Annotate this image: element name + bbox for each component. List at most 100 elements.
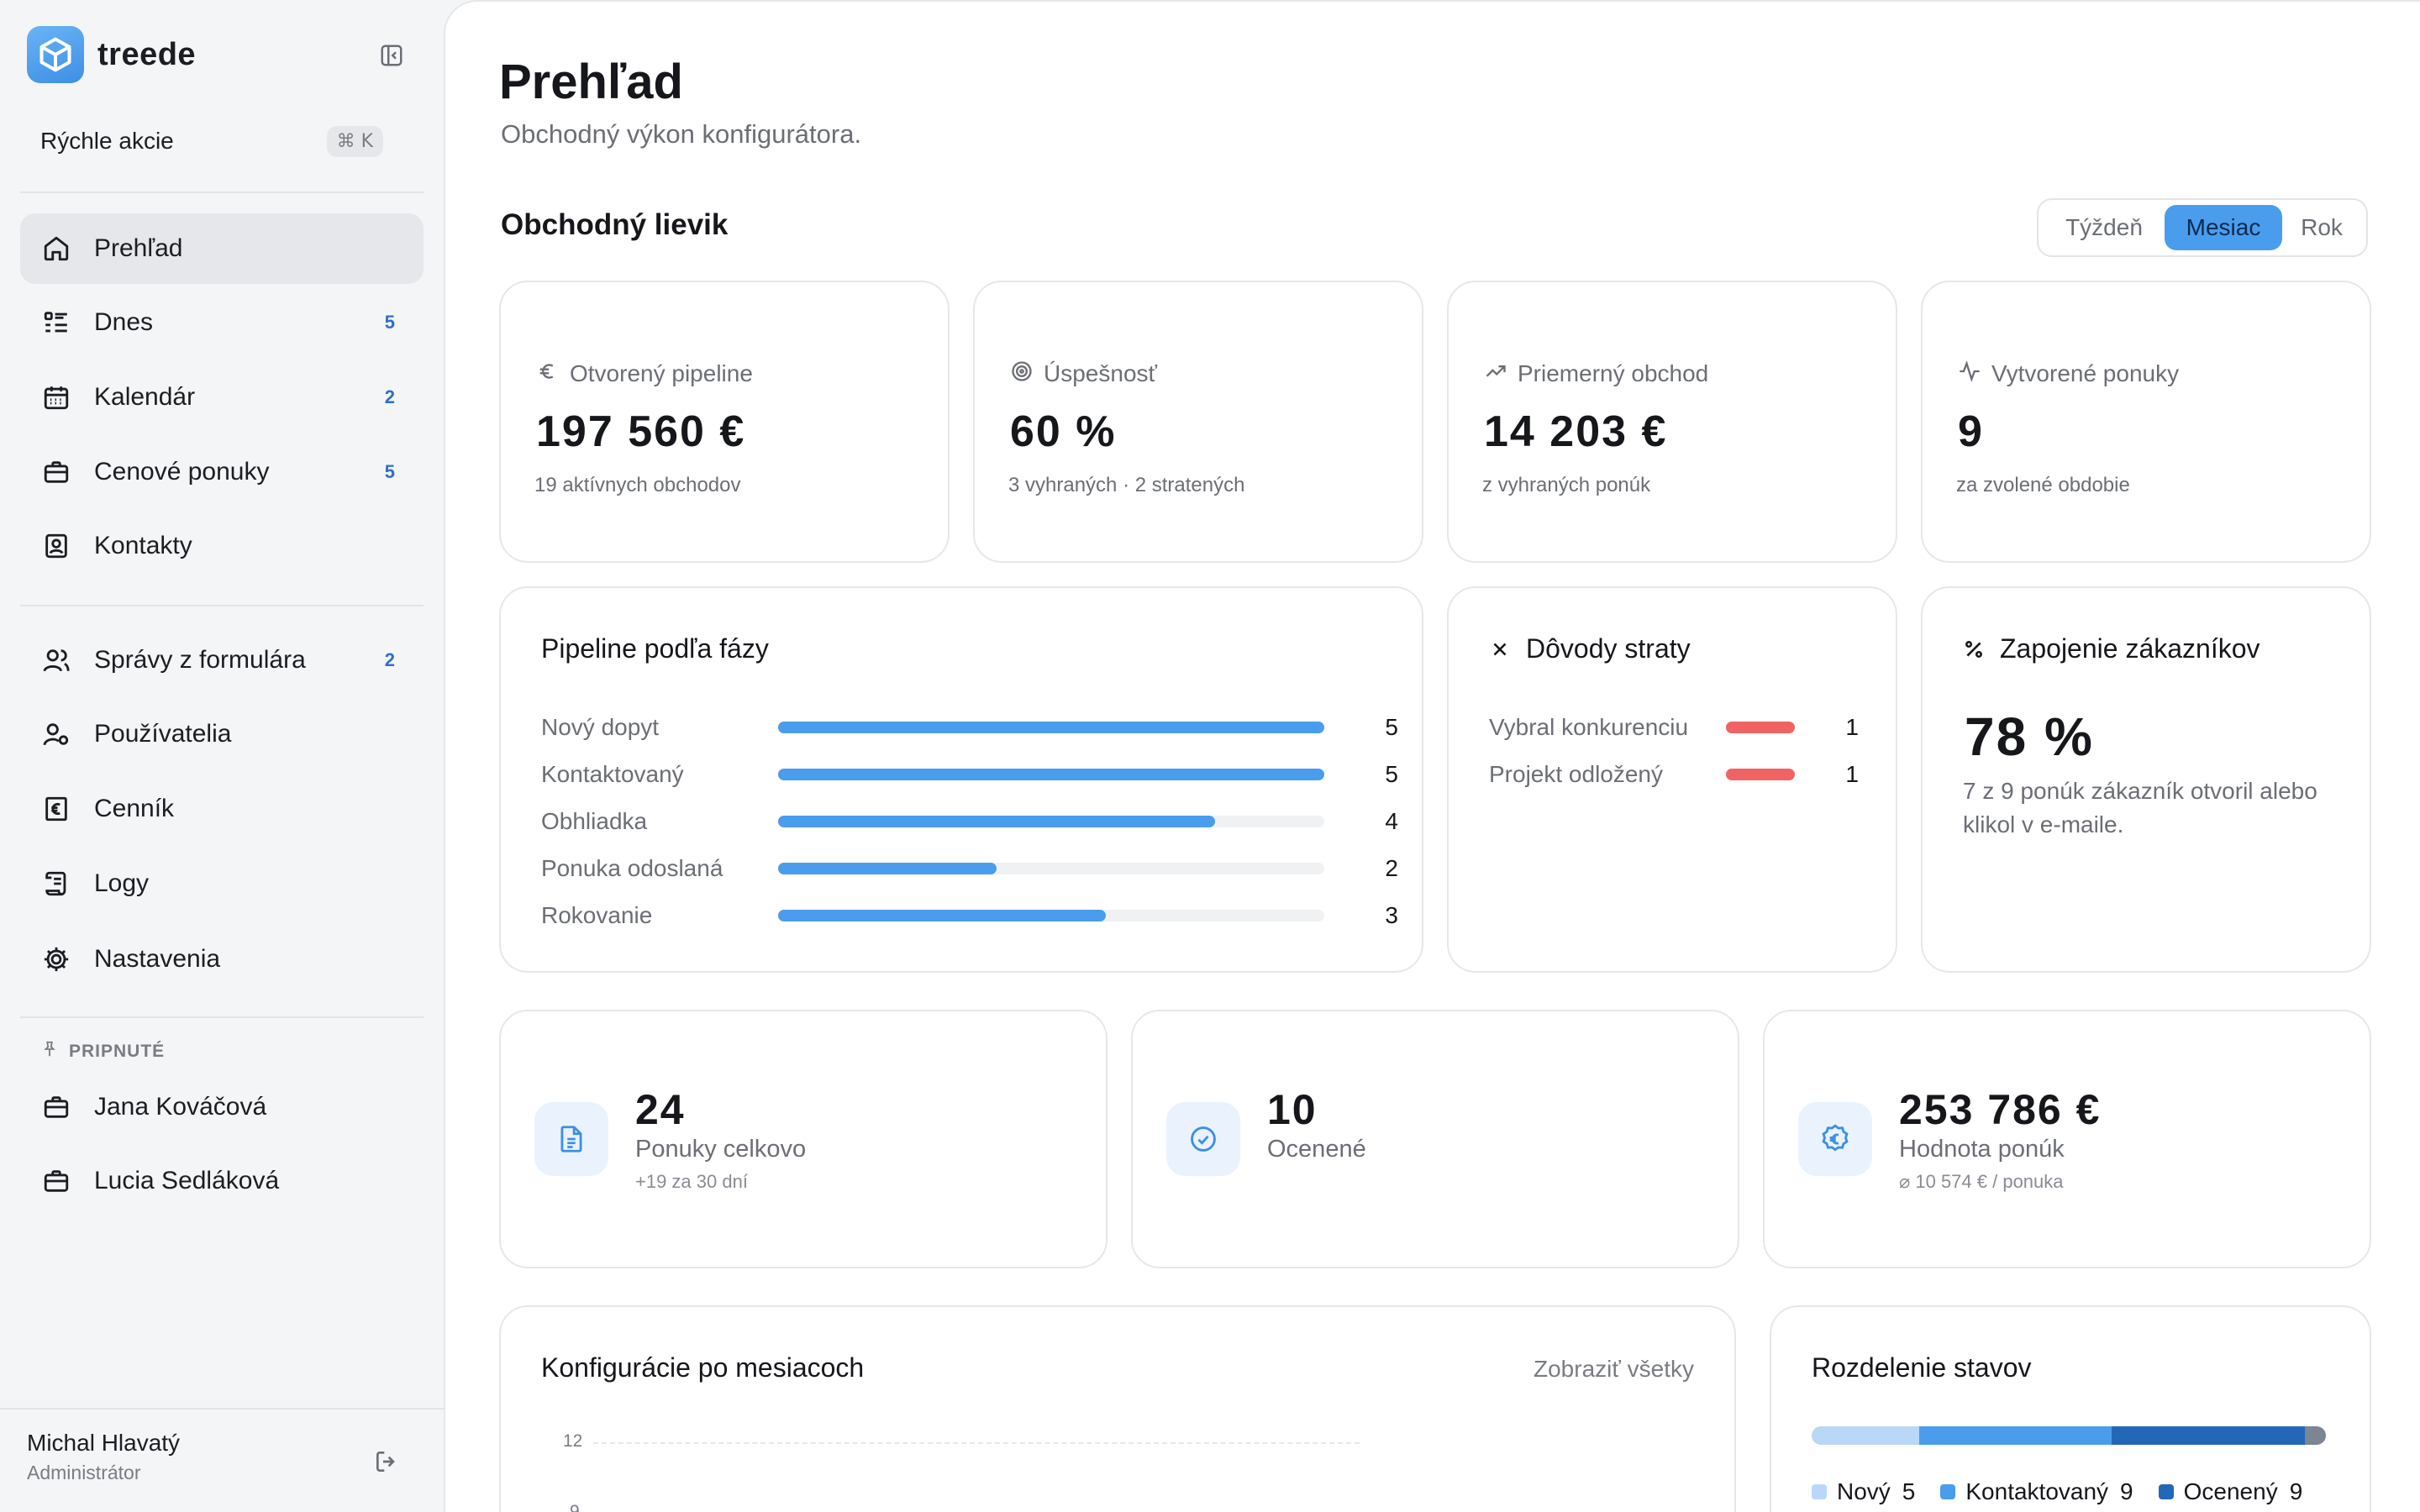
kpi-label: Otvorený pipeline [570, 360, 753, 386]
period-option-tyzden[interactable]: Týždeň [2044, 205, 2165, 250]
monthly-title: Konfigurácie po mesiacoch [541, 1352, 865, 1383]
loss-row-label: Vybral konkurenciu [1489, 714, 1689, 740]
loss-row-value: 1 [1845, 761, 1859, 787]
sidebar-item-label: Nastavenia [94, 945, 221, 973]
sidebar-item-label: Kalendár [94, 383, 196, 411]
sidebar-item-label: Kontakty [94, 532, 192, 559]
euro-icon [536, 360, 560, 387]
legend-label: Nový [1837, 1478, 1891, 1504]
pinned-item-lucia-sedlakova[interactable]: Lucia Sedláková [20, 1146, 424, 1216]
sidebar-item-cennik[interactable]: Cenník [20, 774, 424, 844]
logout-icon[interactable] [370, 1445, 403, 1478]
pipeline-row-value: 4 [1385, 808, 1398, 834]
percent-icon [1963, 638, 1985, 660]
sidebar-item-pouzivatelia[interactable]: Používatelia [20, 699, 424, 769]
pipeline-row-value: 5 [1385, 714, 1398, 740]
trend-up-icon [1484, 360, 1507, 387]
sidebar-collapse-icon[interactable] [376, 40, 407, 71]
engagement-title: Zapojenie zákazníkov [2000, 633, 2260, 664]
sidebar-item-kalendar[interactable]: Kalendár 2 [20, 362, 424, 433]
kpi-value: 14 203 € [1484, 407, 1668, 456]
list-icon [40, 307, 72, 339]
legend-count: 9 [2289, 1478, 2303, 1504]
stat-label: Ocenené [1267, 1136, 1366, 1163]
brand[interactable]: treede [27, 25, 196, 84]
check-circle-icon [1166, 1102, 1240, 1176]
sidebar-item-nastavenia[interactable]: Nastavenia [20, 924, 424, 995]
sidebar-item-kontakty[interactable]: Kontakty [20, 511, 424, 581]
pin-icon [40, 1040, 59, 1063]
pinned-item-jana-kovacova[interactable]: Jana Kováčová [20, 1072, 424, 1142]
nav-count-badge: 2 [384, 649, 395, 670]
close-icon [1489, 638, 1511, 660]
loss-row: Projekt odložený 1 [1489, 758, 1859, 791]
legend-item-oceneny: Ocenený 9 [2158, 1478, 2303, 1505]
user-profile[interactable]: Michal Hlavatý Administrátor [27, 1430, 180, 1484]
loss-title: Dôvody straty [1526, 633, 1691, 664]
kpi-label: Úspešnosť [1044, 360, 1158, 386]
home-icon [40, 233, 72, 265]
quick-actions-button[interactable]: Rýchle akcie ⌘ K [20, 113, 403, 170]
sidebar-item-cenove-ponuky[interactable]: Cenové ponuky 5 [20, 437, 424, 507]
stat-label: Hodnota ponúk [1899, 1136, 2065, 1163]
kpi-value: 197 560 € [536, 407, 746, 456]
legend-swatch [1812, 1484, 1827, 1499]
pipeline-bar-track [778, 722, 1324, 733]
status-segment [1918, 1426, 2112, 1445]
euro-badge-icon [1798, 1102, 1872, 1176]
show-all-link[interactable]: Zobraziť všetky [1534, 1356, 1694, 1383]
pipeline-bar [778, 769, 1324, 780]
sidebar-item-label: Správy z formulára [94, 646, 306, 674]
y-tick-label: 9 [570, 1502, 580, 1512]
brand-name: treede [97, 36, 197, 72]
status-split-title: Rozdelenie stavov [1812, 1352, 2032, 1383]
euro-doc-icon [40, 793, 72, 825]
sidebar-item-spravy-z-formulara[interactable]: Správy z formulára 2 [20, 625, 424, 696]
sidebar: treede Rýchle akcie ⌘ K Prehľad Dnes 5 K… [0, 0, 444, 1512]
document-icon [534, 1102, 608, 1176]
stat-value: 24 [635, 1086, 686, 1133]
quick-actions-shortcut: ⌘ K [326, 125, 383, 157]
pinned-item-label: Jana Kováčová [94, 1093, 267, 1121]
loss-reasons-card: Dôvody straty Vybral konkurenciu 1 Proje… [1447, 586, 1897, 973]
kpi-value: 60 % [1010, 407, 1117, 456]
sidebar-item-prehlad[interactable]: Prehľad [20, 213, 424, 284]
legend-count: 9 [2120, 1478, 2133, 1504]
kpi-label: Priemerný obchod [1518, 360, 1709, 386]
legend-item-novy: Nový 5 [1812, 1478, 1915, 1505]
pipeline-row-value: 2 [1385, 855, 1398, 881]
status-segment [2112, 1426, 2305, 1445]
loss-bar [1726, 769, 1795, 780]
users-icon [40, 644, 72, 676]
briefcase-icon [40, 1091, 72, 1123]
stat-card-priced: 10 Ocenené [1131, 1010, 1739, 1268]
period-option-rok[interactable]: Rok [2282, 205, 2361, 250]
period-option-mesiac[interactable]: Mesiac [2165, 205, 2282, 250]
activity-icon [1958, 360, 1981, 387]
sidebar-item-dnes[interactable]: Dnes 5 [20, 287, 424, 358]
funnel-title: Obchodný lievik [501, 208, 729, 241]
monthly-configurations-card: Konfigurácie po mesiacoch Zobraziť všetk… [499, 1305, 1736, 1512]
quick-actions-label: Rýchle akcie [40, 128, 174, 154]
sidebar-divider [20, 192, 424, 193]
status-segment [2304, 1426, 2326, 1445]
pipeline-row-value: 3 [1385, 902, 1398, 928]
calendar-icon [40, 381, 72, 413]
pipeline-row: Nový dopyt 5 [541, 711, 1398, 744]
y-tick-label: 12 [563, 1431, 583, 1451]
status-stacked-bar [1812, 1426, 2326, 1445]
sidebar-item-label: Cenník [94, 795, 175, 822]
stat-label: Ponuky celkovo [635, 1136, 807, 1163]
kpi-label: Vytvorené ponuky [1991, 360, 2180, 386]
period-switch: Týždeň Mesiac Rok [2037, 198, 2368, 257]
main-content: Prehľad Obchodný výkon konfigurátora. Ob… [444, 0, 2420, 1512]
sidebar-item-label: Používatelia [94, 720, 232, 748]
legend-item-kontaktovany: Kontaktovaný 9 [1940, 1478, 2133, 1505]
gridline [593, 1442, 1360, 1444]
engagement-title-wrap: Zapojenie zákazníkov [1963, 633, 2260, 664]
pipeline-row: Kontaktovaný 5 [541, 758, 1398, 791]
sidebar-item-logy[interactable]: Logy [20, 848, 424, 919]
stat-card-total-offers: 24 Ponuky celkovo +19 za 30 dní [499, 1010, 1107, 1268]
kpi-note: z vyhraných ponúk [1482, 474, 1651, 496]
legend-label: Kontaktovaný [1965, 1478, 2109, 1504]
